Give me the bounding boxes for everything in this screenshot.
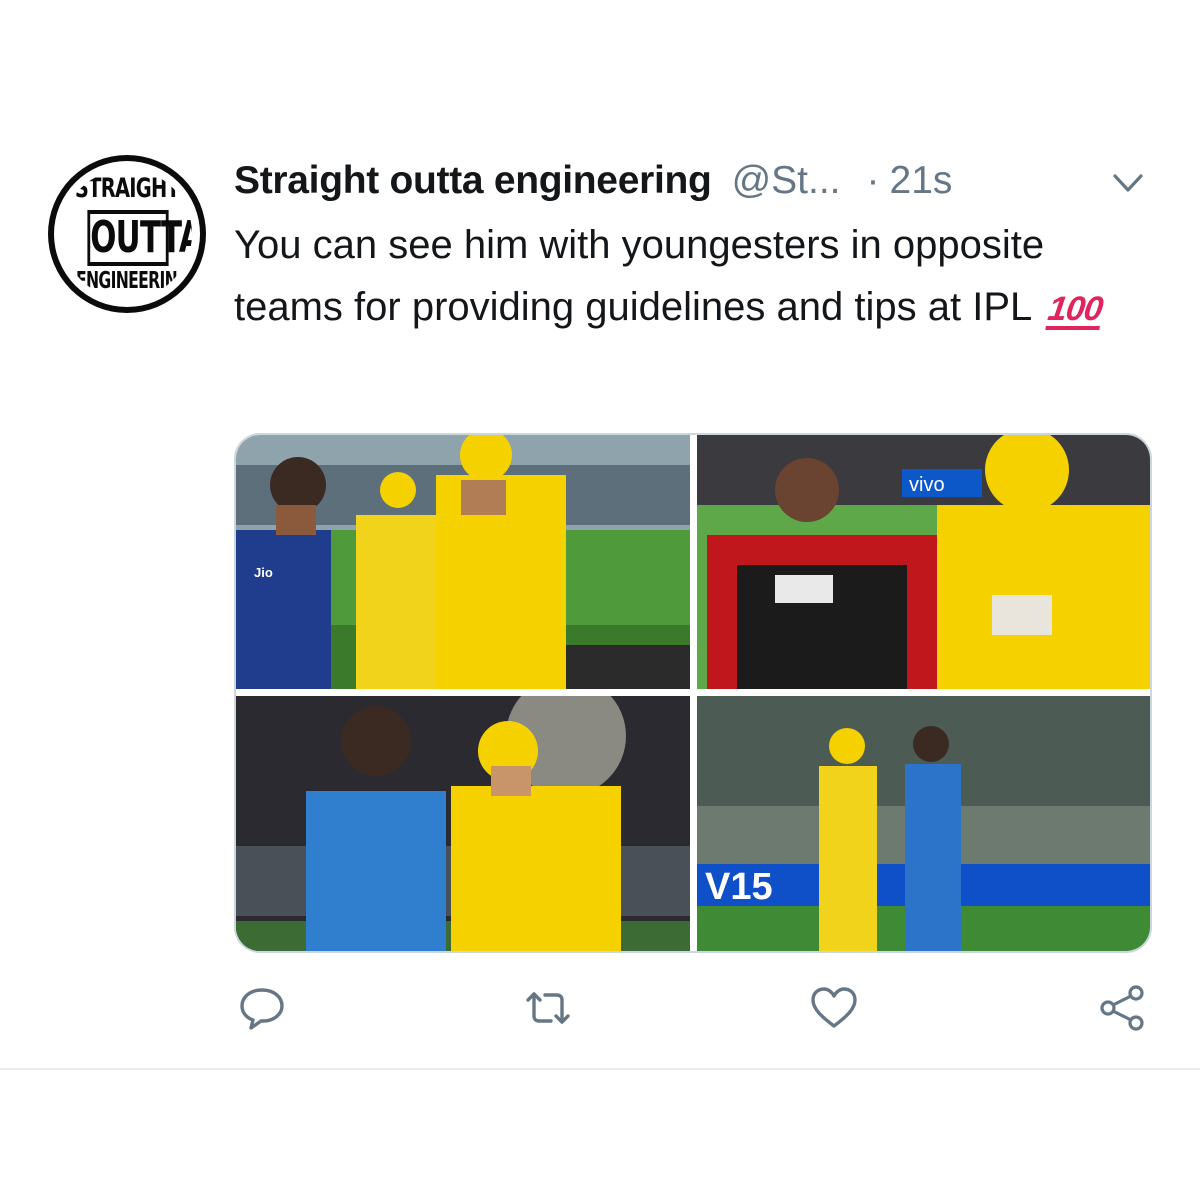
tweet-timestamp[interactable]: 21s (890, 159, 953, 203)
photo-2-vivo-text: vivo (909, 474, 945, 496)
photo-1[interactable]: Jio (236, 435, 690, 689)
tweet-body: You can see him with youngesters in oppo… (234, 223, 1045, 329)
like-icon (811, 987, 857, 1028)
avatar-logo-top: STRAIGHT (74, 173, 180, 204)
photo-3[interactable] (236, 696, 690, 951)
photo-4-board-text: V15 (705, 866, 773, 908)
avatar-logo-bottom: ENGINEERING (76, 268, 190, 294)
tweet[interactable]: STRAIGHT OUTTA ENGINEERING Straight outt… (0, 0, 1200, 1200)
avatar-logo-middle: OUTTA (87, 210, 192, 266)
chevron-down-icon[interactable] (1108, 168, 1148, 198)
photo-2[interactable]: vivo (697, 435, 1150, 689)
tweet-header: Straight outta engineering @St... · 21s (234, 155, 952, 207)
author-handle[interactable]: @St... (732, 159, 841, 203)
media-grid: Jio vivo V15 (234, 433, 1152, 953)
header-separator: · (866, 159, 880, 202)
reply-button[interactable] (234, 980, 290, 1036)
author-display-name[interactable]: Straight outta engineering (234, 159, 712, 203)
avatar-logo: STRAIGHT OUTTA ENGINEERING (62, 169, 192, 299)
like-button[interactable] (806, 980, 862, 1036)
photo-4[interactable]: V15 (697, 696, 1150, 951)
share-icon (1100, 985, 1144, 1031)
tweet-text: You can see him with youngesters in oppo… (234, 214, 1164, 338)
photo-1-jio-logo: Jio (254, 565, 273, 580)
hundred-points-emoji-icon: 100 (1045, 290, 1105, 330)
retweet-icon (526, 992, 570, 1024)
share-button[interactable] (1094, 980, 1150, 1036)
tweet-divider (0, 1068, 1200, 1070)
reply-icon (240, 988, 284, 1030)
avatar[interactable]: STRAIGHT OUTTA ENGINEERING (48, 155, 206, 313)
tweet-actions (0, 980, 1200, 1040)
retweet-button[interactable] (520, 980, 576, 1036)
